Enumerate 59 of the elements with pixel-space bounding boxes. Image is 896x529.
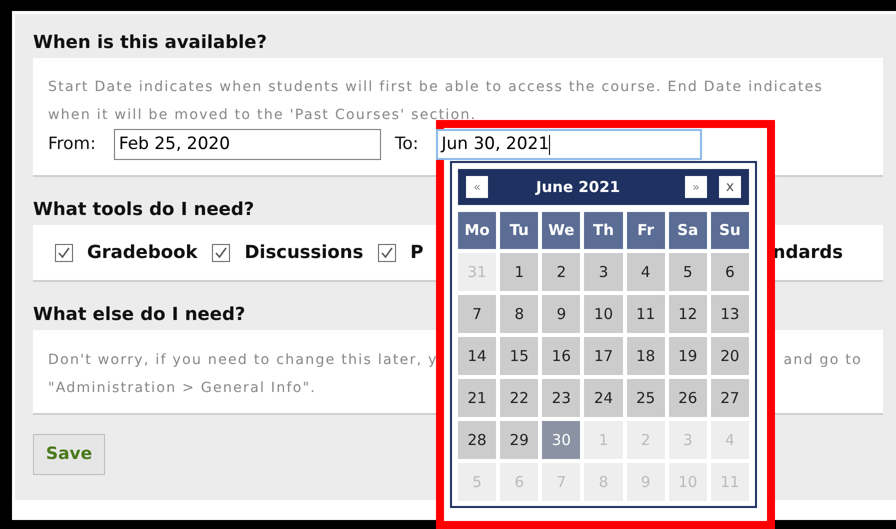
next-month-button[interactable]: » <box>685 176 707 198</box>
day-cell[interactable]: 21 <box>458 379 496 417</box>
from-label: From: <box>48 132 96 156</box>
to-date-field[interactable]: Jun 30, 2021 <box>436 129 702 160</box>
from-date-field[interactable]: Feb 25, 2020 <box>114 129 381 160</box>
checkbox[interactable] <box>378 244 396 262</box>
day-cell[interactable]: 26 <box>668 379 707 417</box>
day-cell[interactable]: 9 <box>542 295 580 333</box>
checkbox-label: P <box>410 241 424 265</box>
checkbox-label: Gradebook <box>87 241 198 265</box>
day-cell[interactable]: 13 <box>710 295 749 333</box>
save-button[interactable]: Save <box>33 434 105 475</box>
weekday-header-cell: Sa <box>668 212 707 249</box>
day-cell[interactable]: 8 <box>500 295 538 333</box>
day-cell[interactable]: 5 <box>668 253 707 291</box>
day-cell[interactable]: 4 <box>626 253 665 291</box>
note-text: and go to <box>784 351 862 370</box>
day-cell[interactable]: 22 <box>500 379 538 417</box>
day-cell[interactable]: 29 <box>500 421 538 459</box>
day-cell[interactable]: 23 <box>542 379 580 417</box>
weekday-header-cell: Th <box>584 212 623 249</box>
day-cell[interactable]: 17 <box>584 337 623 375</box>
weekday-header-cell: Mo <box>458 212 496 249</box>
day-cell[interactable]: 20 <box>710 337 749 375</box>
day-cell[interactable]: 3 <box>584 253 623 291</box>
day-cell[interactable]: 19 <box>668 337 707 375</box>
note-text: "Administration > General Info". <box>48 379 316 398</box>
day-cell[interactable]: 6 <box>710 253 749 291</box>
day-cell[interactable]: 16 <box>542 337 580 375</box>
section-heading: What else do I need? <box>33 303 246 327</box>
section-heading: When is this available? <box>33 31 267 55</box>
weekday-header-cell: We <box>542 212 580 249</box>
day-cell[interactable]: 28 <box>458 421 496 459</box>
day-cell[interactable]: 10 <box>584 295 623 333</box>
day-cell[interactable]: 7 <box>458 295 496 333</box>
weekday-header-cell: Tu <box>500 212 538 249</box>
to-label: To: <box>394 132 418 156</box>
section-heading: What tools do I need? <box>33 198 254 222</box>
checkbox-label: Discussions <box>244 241 364 265</box>
day-cell[interactable]: 15 <box>500 337 538 375</box>
day-cell[interactable]: 25 <box>626 379 665 417</box>
close-button[interactable]: x <box>719 176 741 198</box>
day-cell[interactable]: 12 <box>668 295 707 333</box>
weekday-header-cell: Fr <box>626 212 665 249</box>
day-cell[interactable]: 24 <box>584 379 623 417</box>
day-cell[interactable]: 14 <box>458 337 496 375</box>
day-cell[interactable]: 2 <box>542 253 580 291</box>
month-title: June 2021 <box>536 176 620 198</box>
description-text: Start Date indicates when students will first be able to access the course. End Date indicates when it will be moved to the 'Past Courses' section. <box>48 78 824 125</box>
checkbox-label: ndards <box>772 241 843 265</box>
day-cell[interactable]: 27 <box>710 379 749 417</box>
checkbox[interactable] <box>55 244 73 262</box>
note-text: Don't worry, if you need to change this later, y <box>48 351 438 370</box>
day-cell[interactable]: 18 <box>626 337 665 375</box>
day-cell[interactable]: 1 <box>500 253 538 291</box>
day-cell[interactable]: 11 <box>626 295 665 333</box>
previous-month-button[interactable]: « <box>466 176 488 198</box>
weekday-header-cell: Su <box>710 212 749 249</box>
checkbox[interactable] <box>212 244 230 262</box>
